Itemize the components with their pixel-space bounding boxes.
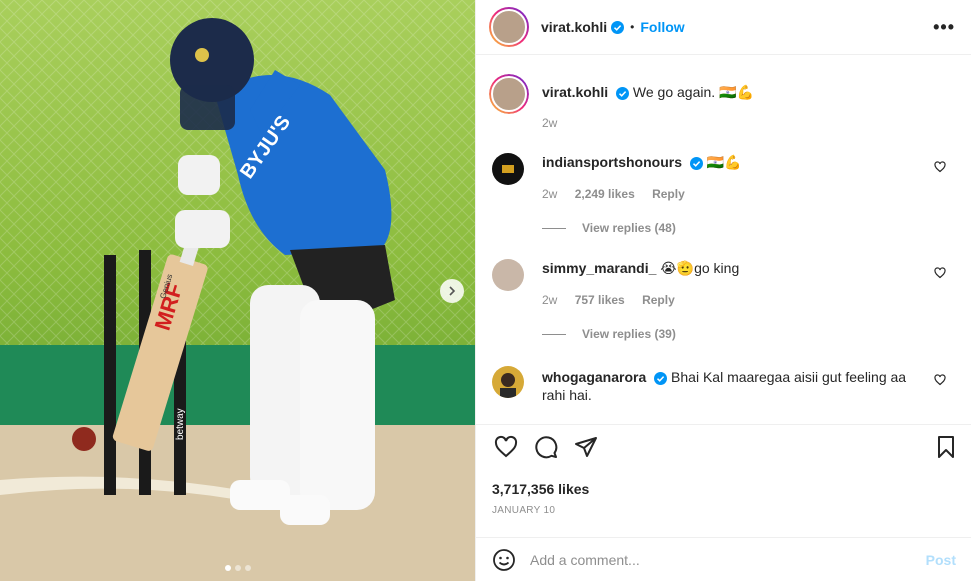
verified-badge-icon <box>611 20 625 34</box>
emoji-icon[interactable] <box>492 548 516 572</box>
heart-icon[interactable] <box>494 435 518 459</box>
view-replies-label: View replies (48) <box>582 221 676 235</box>
comment-input[interactable] <box>530 551 926 568</box>
comment-age: 2w <box>542 187 558 201</box>
verified-badge-icon <box>616 86 630 100</box>
comment-icon[interactable] <box>534 435 558 459</box>
comment-likes[interactable]: 2,249 likes <box>575 187 635 201</box>
caption-username[interactable]: virat.kohli <box>542 84 608 100</box>
post-media[interactable]: betway MRF Genius BYJU'S <box>0 0 475 581</box>
view-replies-label: View replies (39) <box>582 327 676 341</box>
chevron-right-icon <box>449 286 456 296</box>
commenter-avatar[interactable] <box>492 259 524 291</box>
post-actions: 3,717,356 likes JANUARY 10 <box>476 424 971 529</box>
share-icon[interactable] <box>574 435 598 459</box>
commenter-avatar[interactable] <box>492 153 524 185</box>
carousel-dot <box>234 565 241 571</box>
comment-text: 🇮🇳💪 <box>706 154 742 170</box>
comment-text-block: simmy_marandi_ 😭🫡go king <box>542 259 922 277</box>
comment-username[interactable]: simmy_marandi_ <box>542 260 656 276</box>
stump-brand-text: betway <box>175 408 186 440</box>
post-date: JANUARY 10 <box>492 505 556 516</box>
view-replies-button[interactable]: View replies (48) <box>542 221 676 235</box>
comment-username[interactable]: whogaganarora <box>542 369 646 385</box>
carousel-dot <box>244 565 251 571</box>
add-comment-bar: Post <box>476 537 971 581</box>
caption-age: 2w <box>542 116 558 130</box>
carousel-indicator <box>0 565 475 571</box>
comment-row: indiansportshonours 🇮🇳💪 2w 2,249 likes R… <box>492 153 956 253</box>
commenter-avatar[interactable] <box>492 366 524 398</box>
carousel-dot <box>224 565 231 571</box>
caption-meta: 2w <box>542 116 571 130</box>
reply-button[interactable]: Reply <box>642 293 675 307</box>
comment-username[interactable]: indiansportshonours <box>542 154 682 170</box>
next-image-button[interactable] <box>440 279 464 303</box>
bookmark-icon[interactable] <box>934 435 958 459</box>
comment-meta: 2w 757 likes Reply <box>542 293 689 307</box>
post-header: virat.kohli • Follow ••• <box>476 0 971 55</box>
comment-likes[interactable]: 757 likes <box>575 293 625 307</box>
comment-age: 2w <box>542 293 558 307</box>
cricket-photo: betway MRF Genius BYJU'S <box>0 0 475 581</box>
like-comment-icon[interactable] <box>934 374 946 386</box>
comment-row: whogaganarora Bhai Kal maaregaa aisii gu… <box>492 366 956 424</box>
caption-avatar[interactable] <box>489 74 529 114</box>
likes-count[interactable]: 3,717,356 likes <box>492 481 589 497</box>
comment-row: simmy_marandi_ 😭🫡go king 2w 757 likes Re… <box>492 259 956 359</box>
verified-badge-icon <box>654 371 668 385</box>
caption-row: virat.kohli We go again. 🇮🇳💪 2w <box>489 74 956 134</box>
like-comment-icon[interactable] <box>934 267 946 279</box>
like-comment-icon[interactable] <box>934 161 946 173</box>
caption-text: We go again. 🇮🇳💪 <box>632 84 754 100</box>
post-comment-button[interactable]: Post <box>926 552 956 568</box>
separator-dot: • <box>630 20 635 34</box>
reply-button[interactable]: Reply <box>652 187 685 201</box>
author-avatar[interactable] <box>489 7 529 47</box>
comments-list[interactable]: virat.kohli We go again. 🇮🇳💪 2w indiansp… <box>476 56 971 424</box>
comment-text-block: whogaganarora Bhai Kal maaregaa aisii gu… <box>542 368 922 404</box>
author-username[interactable]: virat.kohli <box>541 19 607 35</box>
verified-badge-icon <box>689 156 703 170</box>
more-options-icon[interactable]: ••• <box>933 17 955 38</box>
post-details-panel: virat.kohli • Follow ••• virat.kohli We … <box>475 0 971 581</box>
follow-button[interactable]: Follow <box>640 19 684 35</box>
caption-text-block: virat.kohli We go again. 🇮🇳💪 <box>542 83 922 101</box>
comment-meta: 2w 2,249 likes Reply <box>542 187 699 201</box>
view-replies-button[interactable]: View replies (39) <box>542 327 676 341</box>
comment-text: 😭🫡go king <box>660 260 740 276</box>
comment-text-block: indiansportshonours 🇮🇳💪 <box>542 153 922 171</box>
